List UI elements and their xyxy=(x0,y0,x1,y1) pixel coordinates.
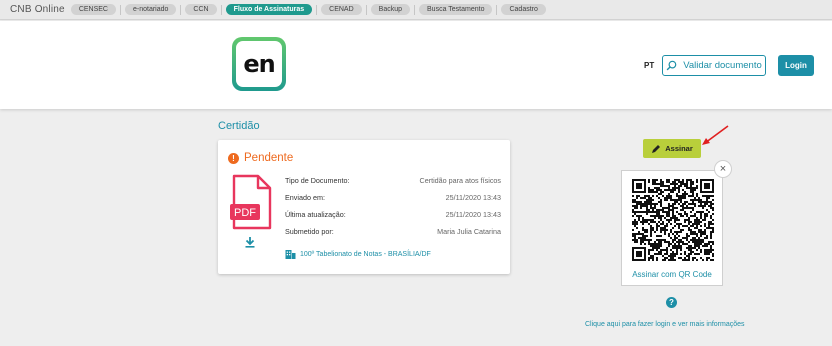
status-text: Pendente xyxy=(244,152,294,164)
building-icon xyxy=(285,250,296,259)
detail-key: Enviado em: xyxy=(285,193,325,202)
divider xyxy=(120,4,121,15)
validate-document-button[interactable]: Validar documento xyxy=(662,55,766,76)
detail-value: 25/11/2020 13:43 xyxy=(445,210,501,219)
divider xyxy=(180,4,182,15)
alert-icon: ! xyxy=(228,152,239,164)
divider xyxy=(316,4,318,15)
divider xyxy=(414,4,416,15)
sign-button[interactable]: Assinar xyxy=(643,139,701,158)
portal-brand: CNB Online xyxy=(10,4,65,15)
language-selector[interactable]: PT xyxy=(644,61,654,70)
annotation-arrow-icon xyxy=(702,125,729,145)
tab-busca-testamento[interactable]: Busca Testamento xyxy=(419,4,493,15)
status-badge: ! Pendente xyxy=(228,152,293,164)
document-details: Tipo de Documento: Certidão para atos fí… xyxy=(285,176,501,244)
qr-code-image xyxy=(632,179,714,261)
tab-fluxo-de-assinaturas[interactable]: Fluxo de Assinaturas xyxy=(225,4,313,15)
validate-document-label: Validar documento xyxy=(683,60,762,71)
tab-ccn[interactable]: CCN xyxy=(185,4,217,15)
office-name: 100º Tabelionato de Notas - BRASÍLIA/DF xyxy=(300,250,431,258)
search-icon xyxy=(666,60,677,71)
tab-censec[interactable]: CENSEC xyxy=(70,4,116,15)
pen-icon xyxy=(652,144,661,153)
detail-row: Submetido por: Maria Julia Catarina xyxy=(285,227,501,244)
close-icon[interactable]: × xyxy=(714,160,732,178)
detail-row: Tipo de Documento: Certidão para atos fí… xyxy=(285,176,501,193)
detail-key: Última atualização: xyxy=(285,210,346,219)
detail-key: Submetido por: xyxy=(285,227,334,236)
logo-text: en xyxy=(236,41,282,87)
sign-label: Assinar xyxy=(665,144,693,153)
detail-row: Enviado em: 25/11/2020 13:43 xyxy=(285,193,501,210)
enotariado-logo[interactable]: en xyxy=(232,37,286,91)
detail-row: Última atualização: 25/11/2020 13:43 xyxy=(285,210,501,227)
pdf-file-icon[interactable]: PDF xyxy=(230,174,274,232)
office-link[interactable]: 100º Tabelionato de Notas - BRASÍLIA/DF xyxy=(285,249,431,259)
qr-code-card[interactable]: Assinar com QR Code xyxy=(621,170,723,286)
page-title: Certidão xyxy=(218,120,260,132)
document-card: ! Pendente PDF Tipo de Documento: Certid… xyxy=(218,140,510,274)
login-info-link[interactable]: Clique aqui para fazer login e ver mais … xyxy=(585,321,745,328)
login-button[interactable]: Login xyxy=(778,55,814,76)
download-icon[interactable] xyxy=(244,236,256,248)
portal-bar: CNB Online CENSEC e-notariado CCN Fluxo … xyxy=(0,0,832,20)
tab-cadastro[interactable]: Cadastro xyxy=(501,4,546,15)
detail-value: 25/11/2020 13:43 xyxy=(445,193,501,202)
help-icon[interactable]: ? xyxy=(666,297,677,308)
detail-key: Tipo de Documento: xyxy=(285,176,350,185)
tab-e-notariado[interactable]: e-notariado xyxy=(125,4,177,15)
site-header: en PT Validar documento Login xyxy=(0,21,832,109)
detail-value: Maria Julia Catarina xyxy=(437,227,501,236)
detail-value: Certidão para atos físicos xyxy=(419,176,502,185)
tab-cenad[interactable]: CENAD xyxy=(321,4,362,15)
qr-code-label[interactable]: Assinar com QR Code xyxy=(622,270,722,279)
tab-backup[interactable]: Backup xyxy=(370,4,411,15)
divider xyxy=(496,4,498,15)
pdf-label: PDF xyxy=(234,207,256,219)
divider xyxy=(220,4,222,15)
divider xyxy=(365,4,367,15)
